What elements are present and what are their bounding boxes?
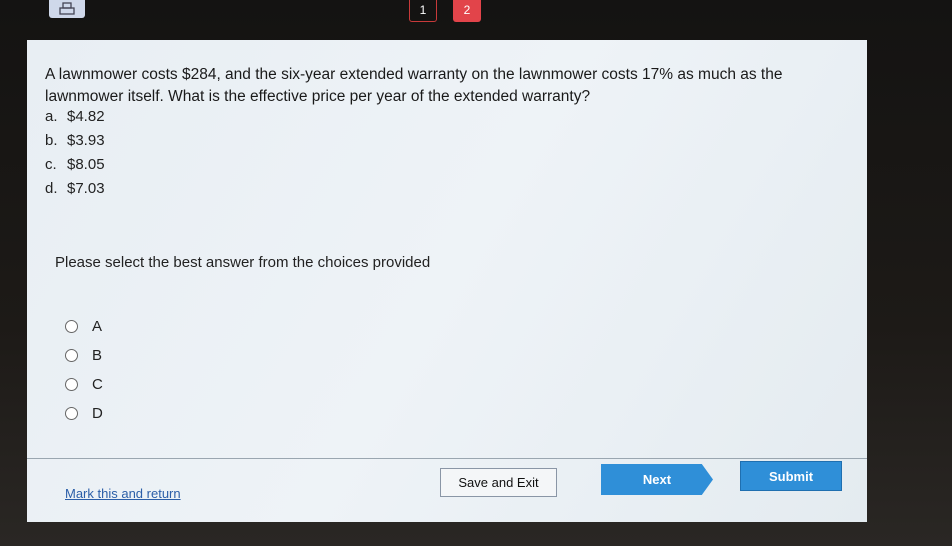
choice-d: d. $7.03 xyxy=(45,180,105,204)
print-button[interactable] xyxy=(49,0,85,18)
option-label: A xyxy=(92,318,103,335)
instruction-text: Please select the best answer from the c… xyxy=(55,254,431,271)
radio-button[interactable] xyxy=(65,378,78,391)
option-label: D xyxy=(92,405,103,422)
page-button-2[interactable]: 2 xyxy=(453,0,481,22)
option-c[interactable]: C xyxy=(65,370,103,399)
choice-letter: b. xyxy=(45,132,58,149)
page-button-1[interactable]: 1 xyxy=(409,0,437,22)
mark-and-return-link[interactable]: Mark this and return xyxy=(65,486,181,501)
printer-icon xyxy=(59,2,75,15)
option-label: C xyxy=(92,376,103,393)
choice-value: $8.05 xyxy=(67,156,105,173)
choice-c: c. $8.05 xyxy=(45,156,105,180)
choice-value: $3.93 xyxy=(67,132,105,149)
radio-button[interactable] xyxy=(65,320,78,333)
top-bar: 1 2 xyxy=(0,0,952,40)
option-d[interactable]: D xyxy=(65,399,103,428)
option-b[interactable]: B xyxy=(65,341,103,370)
answer-options: A B C D xyxy=(65,312,103,428)
question-panel: A lawnmower costs $284, and the six-year… xyxy=(27,40,867,522)
save-and-exit-button[interactable]: Save and Exit xyxy=(440,468,557,497)
submit-button[interactable]: Submit xyxy=(740,461,842,491)
next-button[interactable]: Next xyxy=(601,464,713,495)
radio-button[interactable] xyxy=(65,349,78,362)
choice-letter: d. xyxy=(45,180,58,197)
radio-button[interactable] xyxy=(65,407,78,420)
answer-choices: a. $4.82 b. $3.93 c. $8.05 d. $7.03 xyxy=(45,108,105,204)
choice-a: a. $4.82 xyxy=(45,108,105,132)
footer-divider xyxy=(27,458,867,459)
choice-letter: a. xyxy=(45,108,58,125)
option-label: B xyxy=(92,347,103,364)
choice-value: $4.82 xyxy=(67,108,105,125)
choice-value: $7.03 xyxy=(67,180,105,197)
choice-letter: c. xyxy=(45,156,57,173)
question-text: A lawnmower costs $284, and the six-year… xyxy=(45,66,783,105)
choice-b: b. $3.93 xyxy=(45,132,105,156)
option-a[interactable]: A xyxy=(65,312,103,341)
